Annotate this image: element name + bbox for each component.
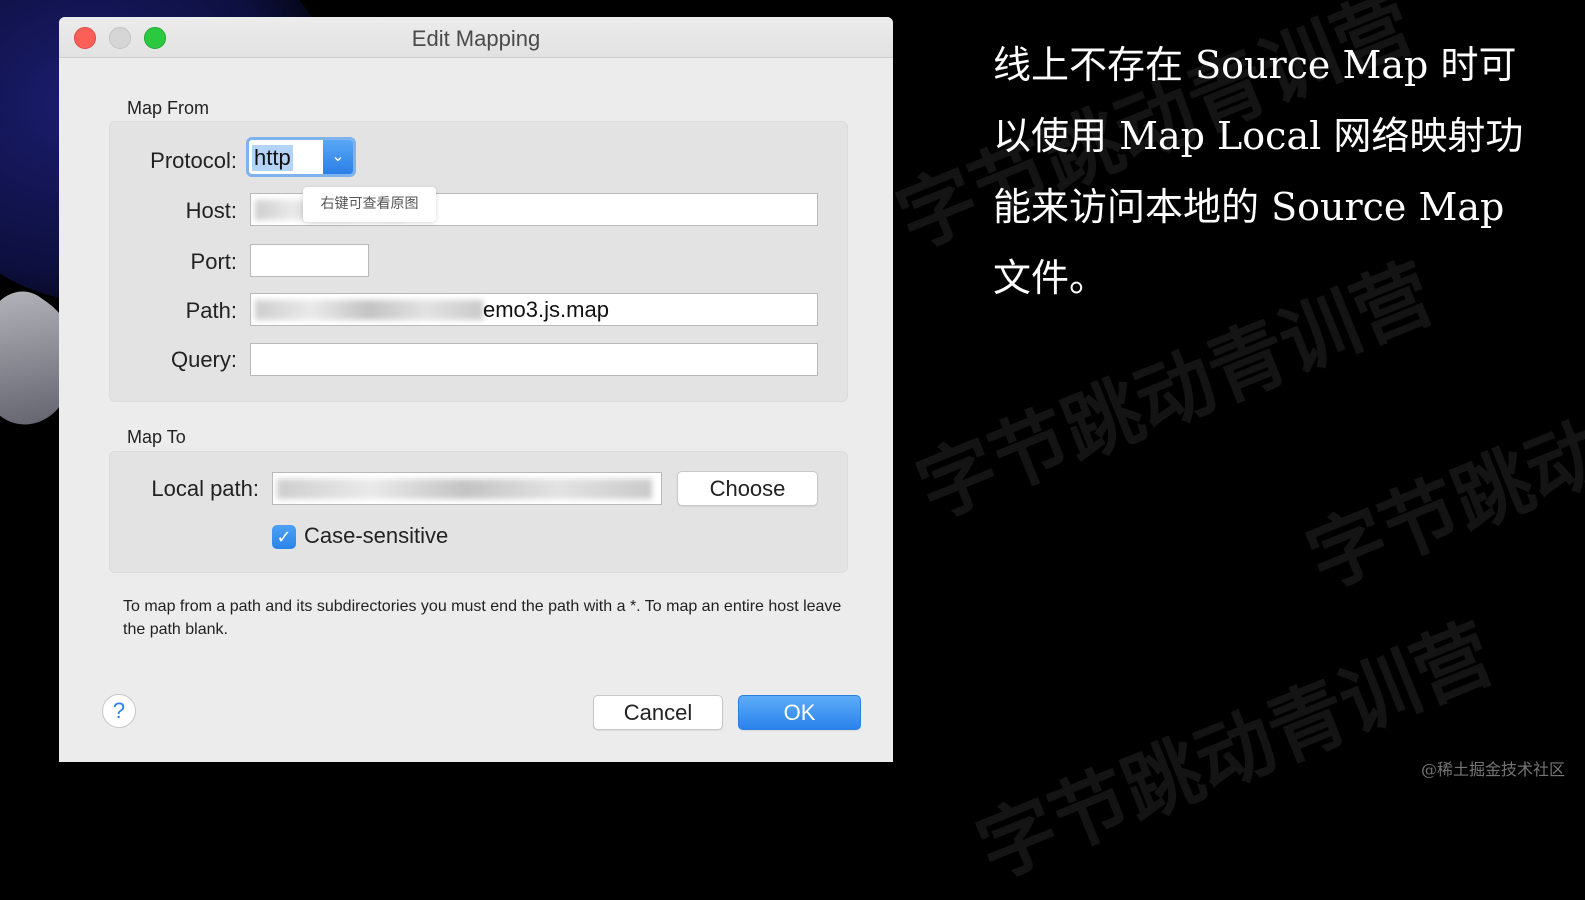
port-input[interactable] — [250, 244, 369, 277]
edit-mapping-dialog: Edit Mapping Map From Protocol: http ⌄ H… — [59, 17, 893, 762]
redacted-text — [277, 479, 652, 499]
choose-button[interactable]: Choose — [677, 471, 818, 506]
local-path-input[interactable] — [272, 472, 662, 505]
redacted-text — [255, 300, 483, 320]
cancel-button[interactable]: Cancel — [593, 695, 723, 730]
image-tooltip: 右键可查看原图 — [303, 187, 436, 222]
local-path-label: Local path: — [151, 476, 259, 501]
port-label: Port: — [190, 249, 237, 274]
slide-caption: 线上不存在 Source Map 时可以使用 Map Local 网络映射功能来… — [993, 43, 1524, 300]
protocol-select[interactable]: http ⌄ — [246, 137, 356, 177]
case-sensitive-label: Case-sensitive — [304, 523, 449, 548]
query-label: Query: — [170, 347, 237, 372]
watermark: 字节跳动青训营 — [965, 608, 1506, 897]
host-label: Host: — [185, 198, 237, 223]
protocol-label: Protocol: — [150, 148, 237, 173]
window-title: Edit Mapping — [411, 26, 541, 51]
help-hint-text: To map from a path and its subdirectorie… — [123, 598, 842, 638]
help-button[interactable]: ? — [102, 694, 136, 728]
path-input[interactable]: emo3.js.map — [250, 293, 818, 326]
map-to-label: Map To — [127, 427, 186, 447]
map-to-group — [109, 451, 848, 573]
path-label: Path: — [185, 298, 237, 323]
map-from-label: Map From — [127, 98, 210, 118]
protocol-value: http — [252, 145, 293, 171]
checkmark-icon: ✓ — [276, 527, 292, 547]
query-input[interactable] — [250, 343, 818, 376]
attribution-text: @稀土掘金技术社区 — [1420, 760, 1565, 779]
chevron-down-icon: ⌄ — [323, 140, 353, 174]
case-sensitive-checkbox[interactable]: ✓ — [272, 525, 296, 549]
ok-button[interactable]: OK — [738, 695, 861, 730]
watermark: 字节跳动青训营 — [1295, 318, 1585, 607]
title-bar: Edit Mapping — [59, 17, 893, 58]
path-value: emo3.js.map — [483, 297, 609, 322]
